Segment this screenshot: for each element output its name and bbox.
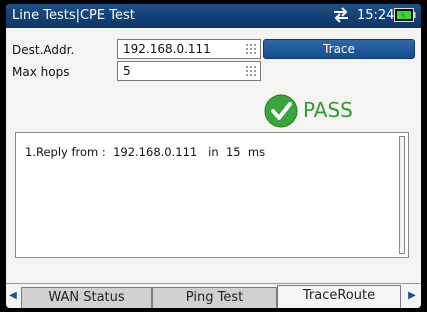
tab-wan-status[interactable]: WAN Status: [21, 287, 152, 308]
screen-title: Line Tests|CPE Test: [12, 8, 135, 23]
results-scrollbar[interactable]: [399, 136, 405, 254]
device-screen: Line Tests|CPE Test 15:24 Dest.Addr. 192…: [6, 4, 421, 308]
scroll-left-arrow-icon[interactable]: ◀: [8, 288, 18, 304]
dest-addr-input[interactable]: 192.168.0.111: [117, 39, 261, 59]
max-hops-input[interactable]: 5: [117, 61, 261, 81]
scroll-right-arrow-icon[interactable]: ▶: [407, 288, 417, 304]
result-line: 1.Reply from : 192.168.0.111 in 15 ms: [25, 145, 266, 159]
max-hops-value: 5: [123, 64, 131, 78]
pass-status: PASS: [303, 98, 353, 122]
dest-addr-label: Dest.Addr.: [12, 43, 75, 57]
results-panel: 1.Reply from : 192.168.0.111 in 15 ms: [15, 132, 409, 258]
trace-button[interactable]: Trace: [263, 39, 415, 59]
tab-ping-test[interactable]: Ping Test: [152, 287, 277, 308]
check-icon: [264, 94, 298, 128]
dest-addr-value: 192.168.0.111: [123, 42, 211, 56]
clock-time: 15:24: [357, 8, 395, 23]
max-hops-label: Max hops: [12, 65, 70, 79]
keypad-icon[interactable]: [246, 44, 256, 54]
tab-traceroute[interactable]: TraceRoute: [277, 285, 401, 308]
title-bar: Line Tests|CPE Test 15:24: [6, 4, 421, 28]
battery-icon: [394, 8, 416, 22]
tab-bar: ◀ WAN Status Ping Test TraceRoute ▶: [6, 283, 421, 308]
keypad-icon[interactable]: [246, 66, 256, 76]
network-transfer-icon: [334, 7, 348, 23]
